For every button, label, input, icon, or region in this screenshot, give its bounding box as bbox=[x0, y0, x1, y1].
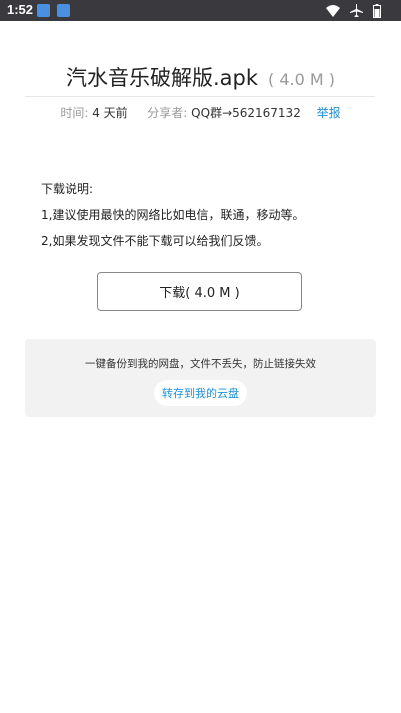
file-size: ( 4.0 M ) bbox=[268, 70, 336, 89]
instruction-line: 1,建议使用最快的网络比如电信，联通，移动等。 bbox=[41, 208, 305, 222]
divider bbox=[25, 96, 375, 97]
app-notification-icon bbox=[37, 4, 50, 17]
time-value: 4 天前 bbox=[92, 106, 128, 120]
time-label: 时间: bbox=[60, 106, 89, 120]
wifi-icon bbox=[326, 4, 340, 17]
file-meta: 时间: 4 天前 分享者: QQ群→562167132 举报 bbox=[0, 104, 401, 121]
report-link[interactable]: 举报 bbox=[317, 106, 341, 120]
airplane-icon bbox=[350, 4, 363, 17]
file-title-row: 汽水音乐破解版.apk ( 4.0 M ) bbox=[0, 62, 401, 92]
file-title: 汽水音乐破解版.apk bbox=[65, 66, 259, 90]
battery-icon bbox=[373, 3, 381, 18]
status-time: 1:52 bbox=[7, 2, 34, 17]
download-instructions: 下载说明: 1,建议使用最快的网络比如电信，联通，移动等。 2,如果发现文件不能… bbox=[41, 176, 304, 254]
sharer-value: QQ群→562167132 bbox=[191, 106, 301, 120]
instruction-line: 2,如果发现文件不能下载可以给我们反馈。 bbox=[41, 234, 269, 248]
app-notification-icon bbox=[57, 4, 70, 17]
sharer-label: 分享者: bbox=[147, 106, 188, 120]
save-to-cloud-button[interactable]: 转存到我的云盘 bbox=[154, 380, 247, 406]
download-button[interactable]: 下载( 4.0 M ) bbox=[97, 272, 302, 311]
cloud-save-panel: 一键备份到我的网盘，文件不丢失，防止链接失效 转存到我的云盘 bbox=[25, 339, 376, 417]
instructions-heading: 下载说明: bbox=[41, 182, 94, 196]
status-bar: 1:52 bbox=[0, 0, 401, 21]
cloud-save-description: 一键备份到我的网盘，文件不丢失，防止链接失效 bbox=[85, 358, 316, 370]
